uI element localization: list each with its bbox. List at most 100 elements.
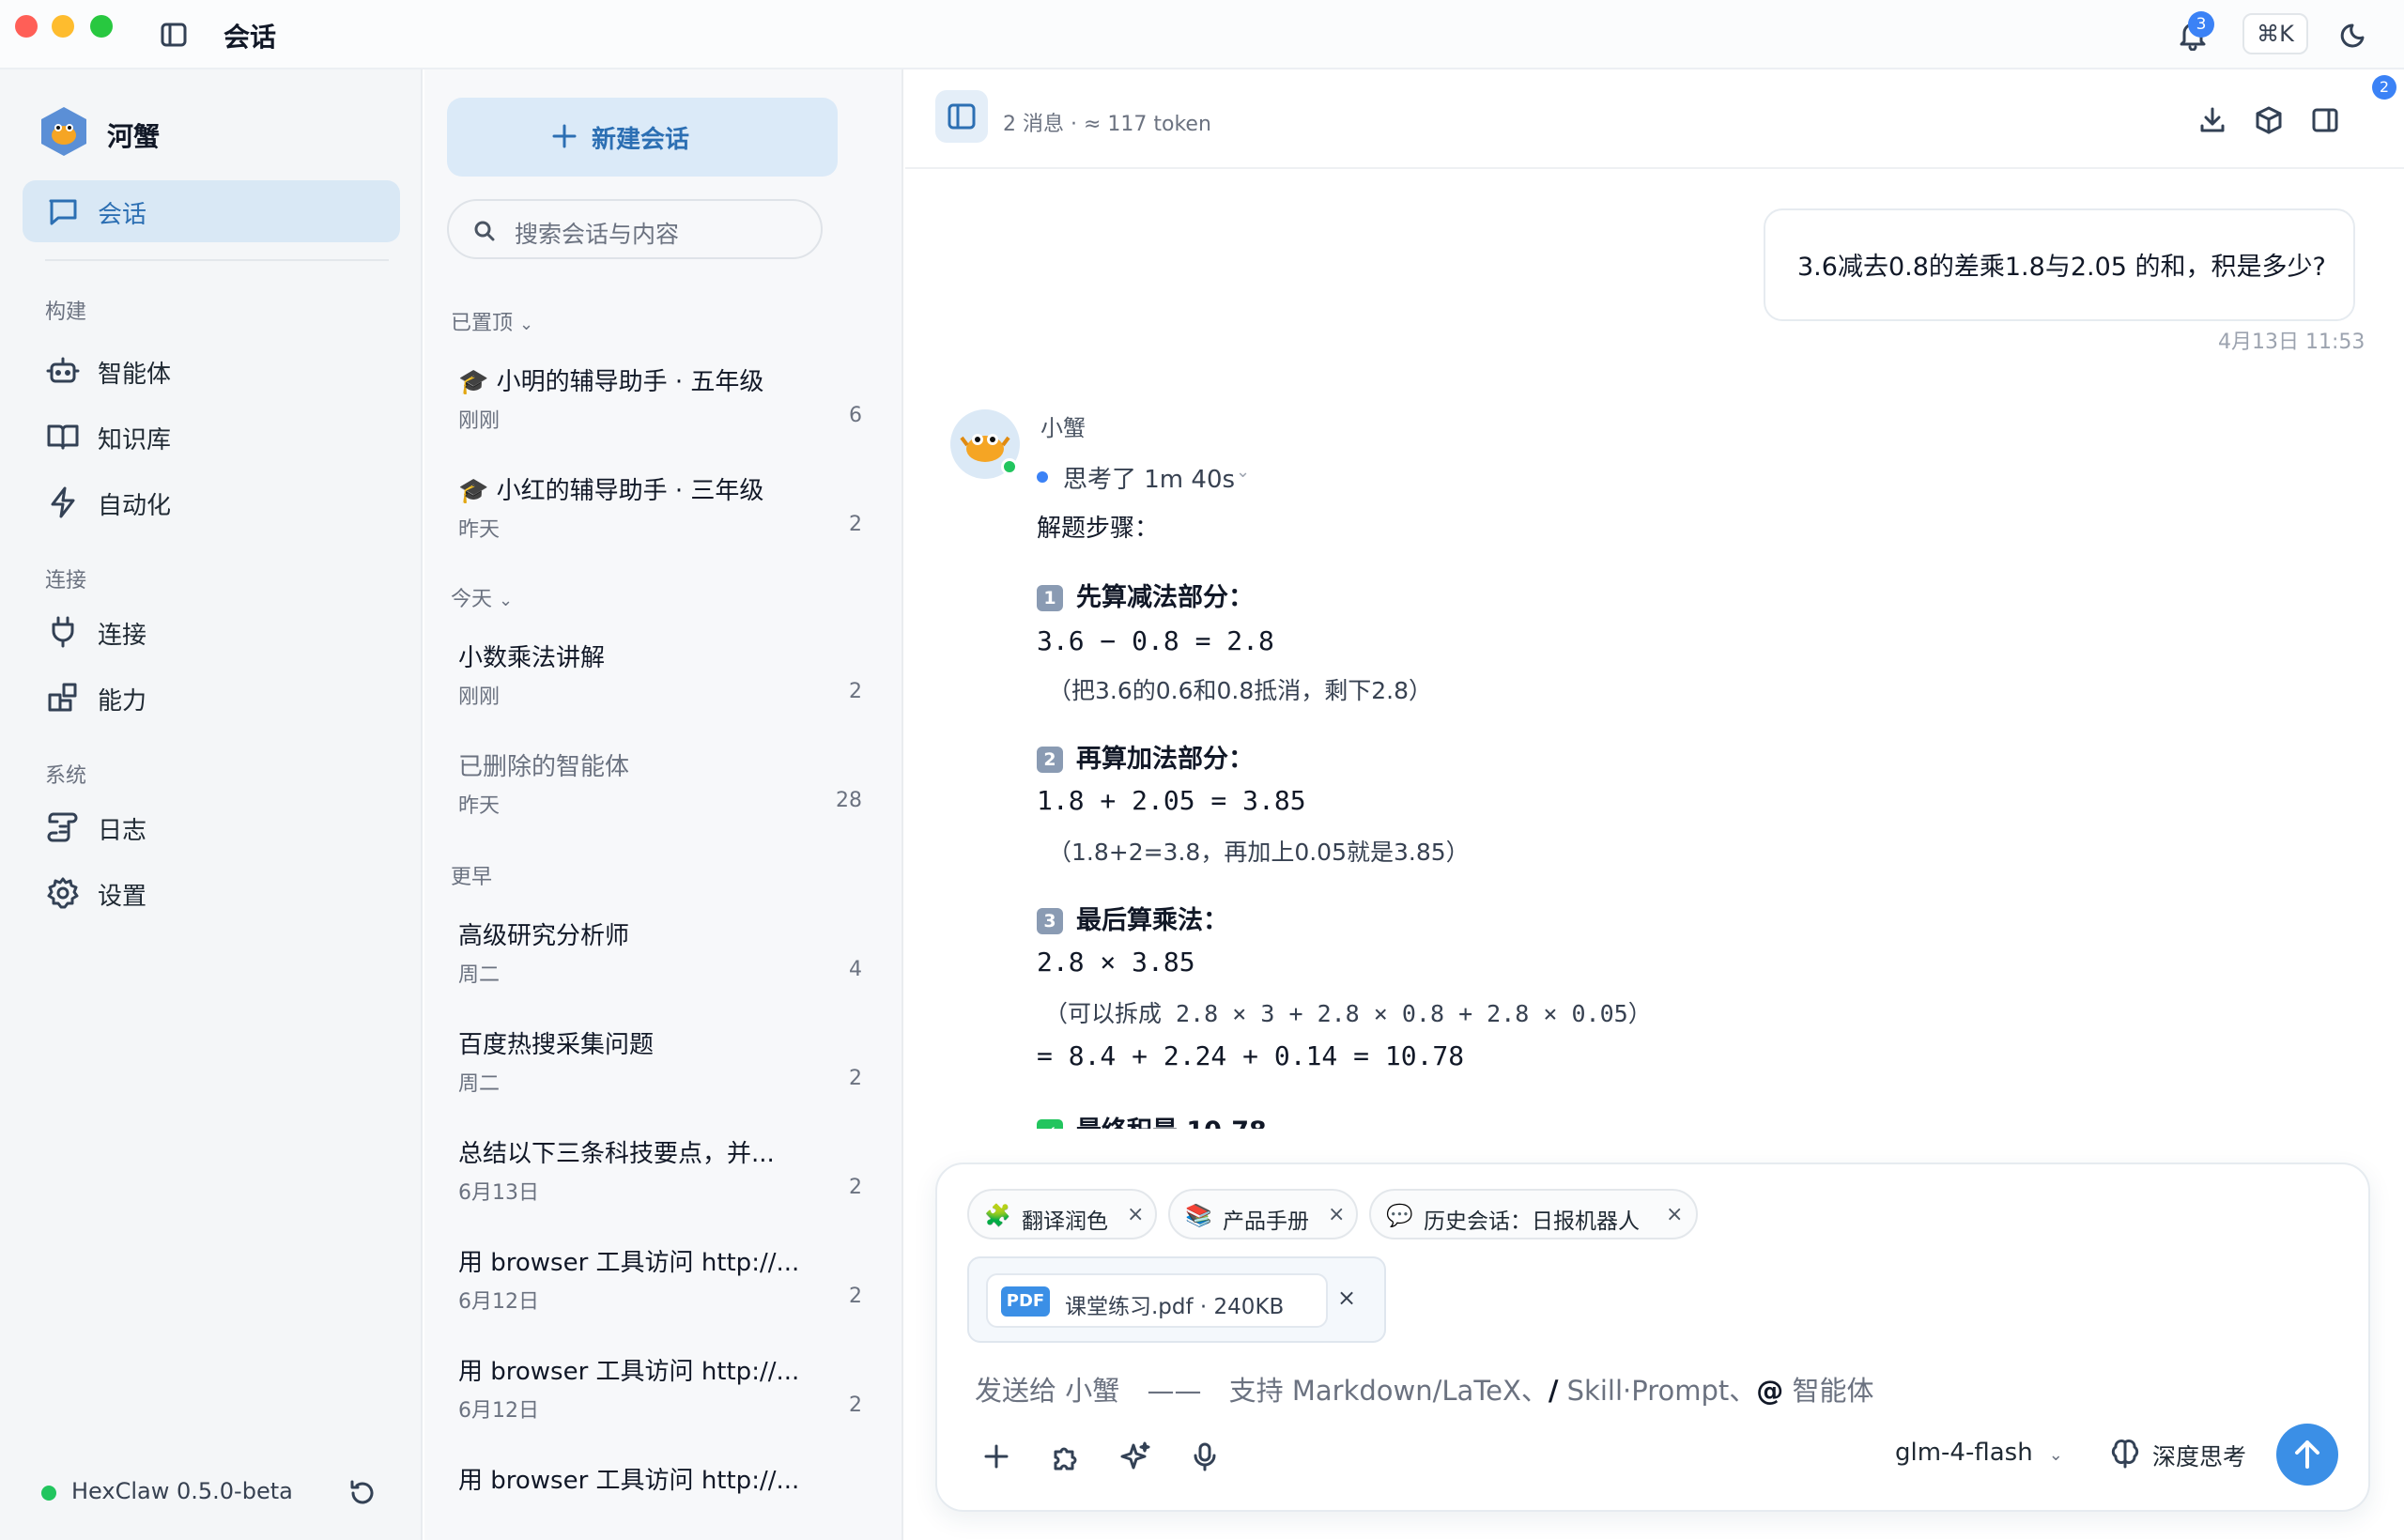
sidebar-item-connections[interactable]: 连接: [23, 601, 400, 663]
conversation-item[interactable]: 高级研究分析师 周二 4: [458, 916, 862, 1010]
pdf-icon: PDF: [1001, 1286, 1050, 1317]
close-icon[interactable]: ×: [1666, 1203, 1683, 1226]
robot-icon: [45, 353, 81, 389]
conversation-title: 用 browser 工具访问 http://...: [458, 1358, 800, 1386]
moon-icon[interactable]: [2340, 21, 2368, 49]
minimize-window-button[interactable]: [52, 15, 74, 38]
brain-icon: [2111, 1440, 2139, 1469]
step-title: 再算加法部分：: [1076, 745, 1254, 774]
message-count: 28: [836, 789, 862, 812]
message-timestamp: 4月13日 11:53: [2218, 331, 2365, 354]
conversation-item[interactable]: 百度热搜采集问题 周二 2: [458, 1025, 862, 1119]
refresh-icon[interactable]: [347, 1478, 378, 1508]
check-icon: ✓: [1037, 1119, 1063, 1129]
close-window-button[interactable]: [15, 15, 38, 38]
conversation-date: 6月12日: [458, 1399, 539, 1423]
gear-icon: [45, 875, 81, 911]
knowledge-chip[interactable]: 📚 产品手册 ×: [1168, 1189, 1358, 1240]
cube-icon[interactable]: [2254, 105, 2284, 135]
version-label: HexClaw 0.5.0-beta: [71, 1478, 293, 1504]
sidebar-item-capabilities[interactable]: 能力: [23, 667, 400, 729]
notification-badge: 3: [2188, 11, 2214, 38]
deep-think-label: 深度思考: [2152, 1443, 2247, 1471]
sidebar-toggle-icon[interactable]: [160, 21, 188, 49]
attachment-file[interactable]: PDF 课堂练习.pdf · 240KB: [986, 1273, 1328, 1328]
group-header-today[interactable]: 今天 ⌄: [451, 582, 513, 612]
sidebar-item-logs[interactable]: 日志: [23, 796, 400, 858]
step-heading: 3 最后算乘法：: [1037, 900, 1228, 936]
model-selector[interactable]: glm-4-flash ⌄: [1895, 1439, 2063, 1476]
message-count: 6: [849, 404, 862, 427]
title-bar: 会话 3 ⌘K: [0, 0, 2404, 69]
sparkles-icon[interactable]: [1119, 1440, 1151, 1472]
download-icon[interactable]: [2197, 105, 2227, 135]
conversation-item[interactable]: 用 browser 工具访问 http://...: [458, 1461, 862, 1517]
graduation-cap-icon: 🎓: [458, 477, 489, 505]
final-answer-clipped: ✓ 最终积是 10.78: [1037, 1110, 1600, 1129]
scroll-icon: [45, 809, 81, 845]
conversation-item[interactable]: 用 browser 工具访问 http://... 6月12日 2: [458, 1243, 862, 1337]
panel-right-icon[interactable]: [2310, 105, 2340, 135]
message-count: 2: [849, 680, 862, 703]
conversation-item[interactable]: 总结以下三条科技要点，并... 6月13日 2: [458, 1134, 862, 1228]
message-input[interactable]: 发送给 小蟹 —— 支持 Markdown/LaTeX、/ Skill·Prom…: [975, 1369, 2196, 1410]
sidebar-item-agents[interactable]: 智能体: [23, 340, 400, 402]
conversation-item[interactable]: 小数乘法讲解 刚刚 2: [458, 639, 862, 732]
search-placeholder: 搜索会话与内容: [515, 221, 680, 248]
conversation-date: 周二: [458, 1072, 501, 1096]
close-icon[interactable]: ×: [1328, 1203, 1345, 1226]
conversation-date: 刚刚: [458, 409, 501, 433]
panel-badge: 2: [2372, 75, 2396, 100]
thinking-label: 思考了 1m 40s: [1063, 466, 1236, 494]
conversation-title: 百度热搜采集问题: [458, 1031, 655, 1059]
send-button[interactable]: [2276, 1424, 2338, 1486]
conversation-item[interactable]: 🎓 小红的辅导助手 · 三年级 昨天 2: [458, 471, 862, 565]
assistant-name: 小蟹: [1040, 415, 1086, 441]
group-title: 今天: [451, 588, 493, 611]
remove-attachment-icon[interactable]: ×: [1337, 1285, 1356, 1311]
conversation-item[interactable]: 已删除的智能体 昨天 28: [458, 747, 862, 841]
sidebar-item-label: 自动化: [98, 492, 172, 520]
skill-chip[interactable]: 🧩 翻译润色 ×: [967, 1189, 1157, 1240]
section-title-build: 构建: [45, 300, 87, 324]
new-chat-label: 新建会话: [592, 126, 690, 154]
placeholder-text: 支持 Markdown/LaTeX、: [1228, 1375, 1549, 1407]
sidebar-item-automation[interactable]: 自动化: [23, 471, 400, 533]
command-palette-button[interactable]: ⌘K: [2242, 13, 2308, 54]
sidebar: 河蟹 会话 构建 智能体 知识库 自动化 连接 连接 能力 系统 日志 设置 H…: [0, 69, 423, 1540]
sidebar-item-knowledge[interactable]: 知识库: [23, 406, 400, 468]
puzzle-icon[interactable]: [1050, 1440, 1082, 1472]
microphone-icon[interactable]: [1189, 1440, 1221, 1472]
conversation-item[interactable]: 用 browser 工具访问 http://... 6月12日 2: [458, 1352, 862, 1446]
sidebar-item-chat[interactable]: 会话: [23, 180, 400, 242]
plug-icon: [45, 614, 81, 650]
close-icon[interactable]: ×: [1127, 1203, 1144, 1226]
user-message-text: 3.6减去0.8的差乘1.8与2.05 的和，积是多少?: [1797, 253, 2326, 282]
chip-label: 翻译润色: [1022, 1209, 1108, 1234]
step-equation: 1.8 + 2.05 = 3.85: [1037, 785, 1306, 816]
placeholder-text: ——: [1147, 1375, 1202, 1407]
chevron-down-icon: ⌄: [499, 591, 514, 610]
sidebar-item-settings[interactable]: 设置: [23, 862, 400, 924]
maximize-window-button[interactable]: [90, 15, 113, 38]
chevron-down-icon: ⌄: [519, 315, 534, 334]
message-count: 2: [849, 1285, 862, 1308]
new-chat-button[interactable]: 新建会话: [447, 98, 838, 177]
history-chip[interactable]: 💬 历史会话：日报机器人 ×: [1369, 1189, 1698, 1240]
step-heading: 1 先算减法部分：: [1037, 577, 1254, 613]
step-equation-result: = 8.4 + 2.24 + 0.14 = 10.78: [1037, 1040, 1465, 1071]
conversation-item[interactable]: 🎓 小明的辅导助手 · 五年级 刚刚 6: [458, 362, 862, 456]
sidebar-item-label: 智能体: [98, 361, 172, 389]
plus-icon[interactable]: [980, 1440, 1012, 1472]
final-answer-text: 最终积是 10.78: [1076, 1116, 1267, 1129]
thinking-dot: [1037, 471, 1048, 483]
group-header-pinned[interactable]: 已置顶 ⌄: [451, 306, 533, 336]
arrow-up-icon: [2295, 1440, 2319, 1469]
search-icon: [471, 218, 498, 244]
sidebar-item-label: 会话: [98, 201, 147, 229]
panel-toggle-button[interactable]: [935, 90, 988, 143]
conversation-title: 小明的辅导助手 · 五年级: [496, 368, 764, 396]
step-note: （可以拆成 2.8 × 3 + 2.8 × 0.8 + 2.8 × 0.05）: [1044, 1000, 1652, 1027]
step-heading: 2 再算加法部分：: [1037, 738, 1254, 775]
search-input[interactable]: 搜索会话与内容: [447, 199, 823, 259]
